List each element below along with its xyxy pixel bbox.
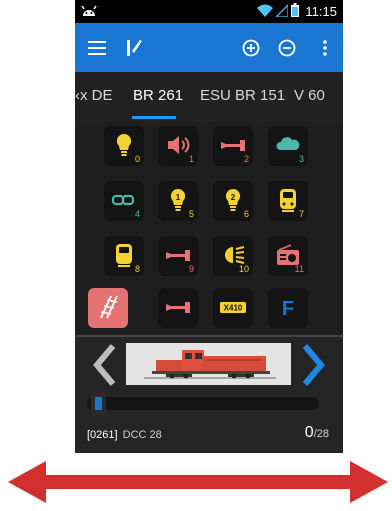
function-number: 5 (188, 209, 194, 219)
svg-text:1: 1 (176, 193, 181, 202)
phone-screen: 11:15 ‹x DE BR 261 ESU BR 151 V 60 0 1 2… (75, 0, 343, 453)
menu-icon[interactable] (79, 23, 115, 72)
svg-text:F: F (282, 298, 294, 320)
add-circle-icon[interactable] (235, 23, 267, 72)
svg-text:2: 2 (231, 193, 236, 202)
function-button-13[interactable] (158, 288, 198, 328)
loco-protocol: DCC 28 (122, 429, 162, 441)
function-button-2[interactable]: 2 (213, 126, 253, 166)
speed-current: 0 (304, 424, 314, 441)
function-number: 2 (243, 154, 249, 164)
function-button-7[interactable]: 7 (268, 181, 308, 221)
slider-thumb-grip (95, 397, 102, 410)
function-number: 11 (294, 264, 304, 274)
speed-readout: 0/28 (305, 424, 329, 442)
svg-text:X410: X410 (224, 304, 243, 313)
function-button-4[interactable]: 4 (104, 181, 144, 221)
speed-slider-track[interactable] (87, 397, 319, 410)
function-button-5[interactable]: 1 5 (158, 181, 198, 221)
function-grid: 0 1 2 3 4 1 5 2 6 7 8 9 10 11 X410 F (75, 122, 343, 335)
function-number: 1 (188, 154, 194, 164)
app-logo-icon (119, 23, 149, 72)
active-tab-indicator (132, 116, 176, 119)
battery-icon (291, 3, 300, 20)
loco-info: [0261] DCC 28 (87, 429, 162, 441)
function-number: 10 (238, 264, 249, 274)
function-number: 9 (188, 264, 194, 274)
function-number: 0 (134, 154, 140, 164)
tab-loco[interactable]: ‹x DE (75, 87, 113, 104)
locomotive-image (126, 343, 291, 385)
android-robot-icon (81, 4, 97, 23)
function-button-10[interactable]: 10 (213, 236, 253, 276)
function-button-8[interactable]: 8 (104, 236, 144, 276)
remove-circle-icon[interactable] (271, 23, 303, 72)
function-button-14[interactable]: X410 (213, 288, 253, 328)
status-indicators: 11:15 (257, 3, 337, 20)
tab-loco[interactable]: ESU BR 151 (200, 87, 285, 104)
speed-max: 28 (316, 428, 329, 440)
function-button-1[interactable]: 1 (158, 126, 198, 166)
double-arrow-icon (8, 457, 388, 507)
function-number: 8 (134, 264, 140, 274)
tab-loco-active[interactable]: BR 261 (133, 87, 183, 104)
function-number: 6 (243, 209, 249, 219)
loco-tabs: ‹x DE BR 261 ESU BR 151 V 60 (75, 72, 343, 122)
cell-signal-icon (274, 3, 290, 20)
more-vert-icon[interactable] (313, 23, 337, 72)
status-bar: 11:15 (75, 0, 343, 23)
function-button-11[interactable]: 11 (268, 236, 308, 276)
wifi-icon (257, 4, 274, 20)
app-toolbar (75, 23, 343, 72)
function-button-6[interactable]: 2 6 (213, 181, 253, 221)
function-button-0[interactable]: 0 (104, 126, 144, 166)
function-button-active[interactable] (88, 288, 128, 328)
function-button-3[interactable]: 3 (268, 126, 308, 166)
speed-slider-thumb[interactable] (91, 392, 106, 415)
function-number: 7 (298, 209, 304, 219)
function-number: 3 (298, 154, 304, 164)
status-time: 11:15 (305, 4, 337, 19)
loco-control-panel: [0261] DCC 28 0/28 (75, 337, 343, 453)
function-button-9[interactable]: 9 (158, 236, 198, 276)
loco-address: [0261] (87, 429, 118, 441)
function-button-15[interactable]: F (268, 288, 308, 328)
tab-loco[interactable]: V 60 (294, 87, 325, 104)
function-number: 4 (134, 209, 140, 219)
chevron-right-icon[interactable] (299, 343, 329, 387)
chevron-left-icon[interactable] (89, 343, 119, 387)
